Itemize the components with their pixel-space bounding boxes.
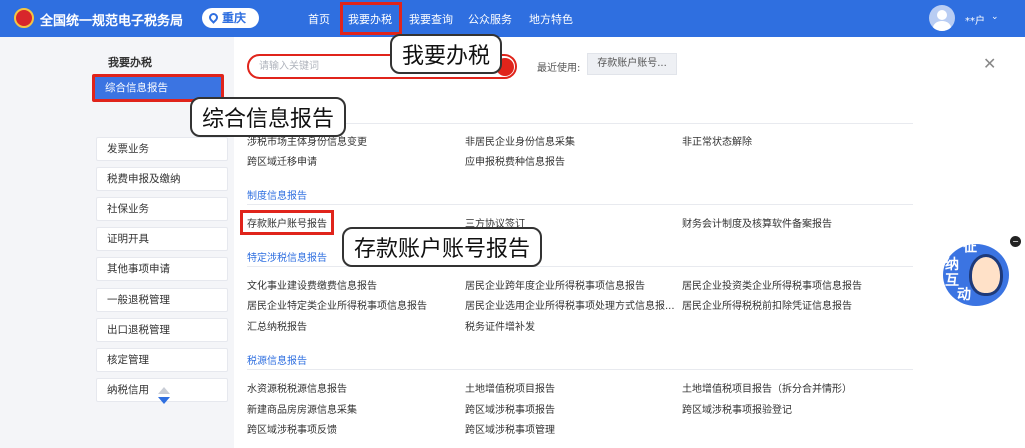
scroll-down-icon[interactable] xyxy=(158,397,170,404)
nav-woyaochaxun[interactable]: 我要查询 xyxy=(409,11,453,27)
link-item[interactable]: 水资源税税源信息报告 xyxy=(247,380,347,395)
callout-link: 存款账户账号报告 xyxy=(342,227,543,267)
link-item[interactable]: 居民企业特定类企业所得税事项信息报告 xyxy=(247,297,427,312)
callout-sidebar: 综合信息报告 xyxy=(190,97,347,137)
close-widget-icon[interactable]: − xyxy=(1010,236,1021,247)
link-item[interactable]: 新建商品房房源信息采集 xyxy=(247,401,357,416)
tax-emblem-icon xyxy=(14,8,34,28)
link-item[interactable]: 财务会计制度及核算软件备案报告 xyxy=(682,215,832,230)
link-item[interactable]: 跨区域涉税事项反馈 xyxy=(247,421,337,436)
location-pin-icon xyxy=(207,11,220,24)
mascot-char: 动 xyxy=(957,287,971,303)
zhengna-hudong-widget[interactable]: 征 纳 互 动 xyxy=(943,239,1025,308)
link-item[interactable]: 居民企业跨年度企业所得税事项信息报告 xyxy=(465,277,645,292)
nav-difangtese[interactable]: 地方特色 xyxy=(529,11,573,27)
divider xyxy=(247,369,913,370)
link-cunkuan-zhanghu[interactable]: 存款账户账号报告 xyxy=(240,210,334,235)
callout-nav: 我要办税 xyxy=(390,34,503,74)
section-title-shuiyuan: 税源信息报告 xyxy=(247,356,307,367)
nav-highlight-box xyxy=(340,2,402,35)
link-item[interactable]: 应申报税费种信息报告 xyxy=(465,153,565,168)
scroll-up-icon[interactable] xyxy=(158,387,170,394)
mascot-char: 征 xyxy=(963,239,977,255)
link-item[interactable]: 跨区域迁移申请 xyxy=(247,153,317,168)
link-item[interactable]: 文化事业建设费缴费信息报告 xyxy=(247,277,377,292)
section-title-tedingshe: 特定涉税信息报告 xyxy=(247,253,327,264)
user-avatar[interactable] xyxy=(929,5,955,31)
user-name[interactable]: **户 xyxy=(965,12,985,27)
section-title-zhidu: 制度信息报告 xyxy=(247,191,307,202)
sidebar-item-zhengming[interactable]: 证明开具 xyxy=(96,227,228,251)
link-item[interactable]: 非居民企业身份信息采集 xyxy=(465,133,575,148)
recent-label: 最近使用: xyxy=(537,63,581,74)
sidebar-item-fapiao[interactable]: 发票业务 xyxy=(96,137,228,161)
sidebar-item-chukou[interactable]: 出口退税管理 xyxy=(96,318,228,342)
tax-officer-mascot-icon xyxy=(969,254,1003,296)
chevron-down-icon[interactable]: ⌄ xyxy=(991,12,999,22)
link-item[interactable]: 居民企业选用企业所得税事项处理方式信息报... xyxy=(465,297,675,312)
divider xyxy=(247,123,913,124)
link-item[interactable]: 跨区域涉税事项管理 xyxy=(465,421,555,436)
link-item[interactable]: 土地增值税项目报告（拆分合并情形） xyxy=(682,380,852,395)
link-item[interactable]: 跨区域涉税事项报告 xyxy=(465,401,555,416)
link-item[interactable]: 跨区域涉税事项报验登记 xyxy=(682,401,792,416)
nav-home[interactable]: 首页 xyxy=(308,11,330,27)
site-title: 全国统一规范电子税务局 xyxy=(40,14,184,29)
recent-item-chip[interactable]: 存款账户账号... xyxy=(587,53,677,75)
sidebar-title: 我要办税 xyxy=(108,56,152,69)
divider xyxy=(247,204,913,205)
close-icon[interactable]: ✕ xyxy=(983,54,996,73)
top-header: 全国统一规范电子税务局 重庆 首页 我要办税 我要查询 公众服务 地方特色 **… xyxy=(0,0,1025,37)
sidebar-item-shebao[interactable]: 社保业务 xyxy=(96,197,228,221)
region-label: 重庆 xyxy=(222,11,247,25)
link-item[interactable]: 汇总纳税报告 xyxy=(247,318,307,333)
link-item[interactable]: 居民企业所得税税前扣除凭证信息报告 xyxy=(682,297,852,312)
region-selector[interactable]: 重庆 xyxy=(202,8,259,28)
link-item[interactable]: 土地增值税项目报告 xyxy=(465,380,555,395)
sidebar-scroll-control[interactable] xyxy=(158,387,170,404)
sidebar-item-qita[interactable]: 其他事项申请 xyxy=(96,257,228,281)
divider xyxy=(247,266,913,267)
link-item[interactable]: 税务证件增补发 xyxy=(465,318,535,333)
sidebar-item-heding[interactable]: 核定管理 xyxy=(96,348,228,372)
sidebar-item-tuishui[interactable]: 一般退税管理 xyxy=(96,288,228,312)
link-item[interactable]: 非正常状态解除 xyxy=(682,133,752,148)
link-item[interactable]: 居民企业投资类企业所得税事项信息报告 xyxy=(682,277,862,292)
nav-gongzhongfuwu[interactable]: 公众服务 xyxy=(468,11,512,27)
sidebar-item-shenbao[interactable]: 税费申报及缴纳 xyxy=(96,167,228,191)
